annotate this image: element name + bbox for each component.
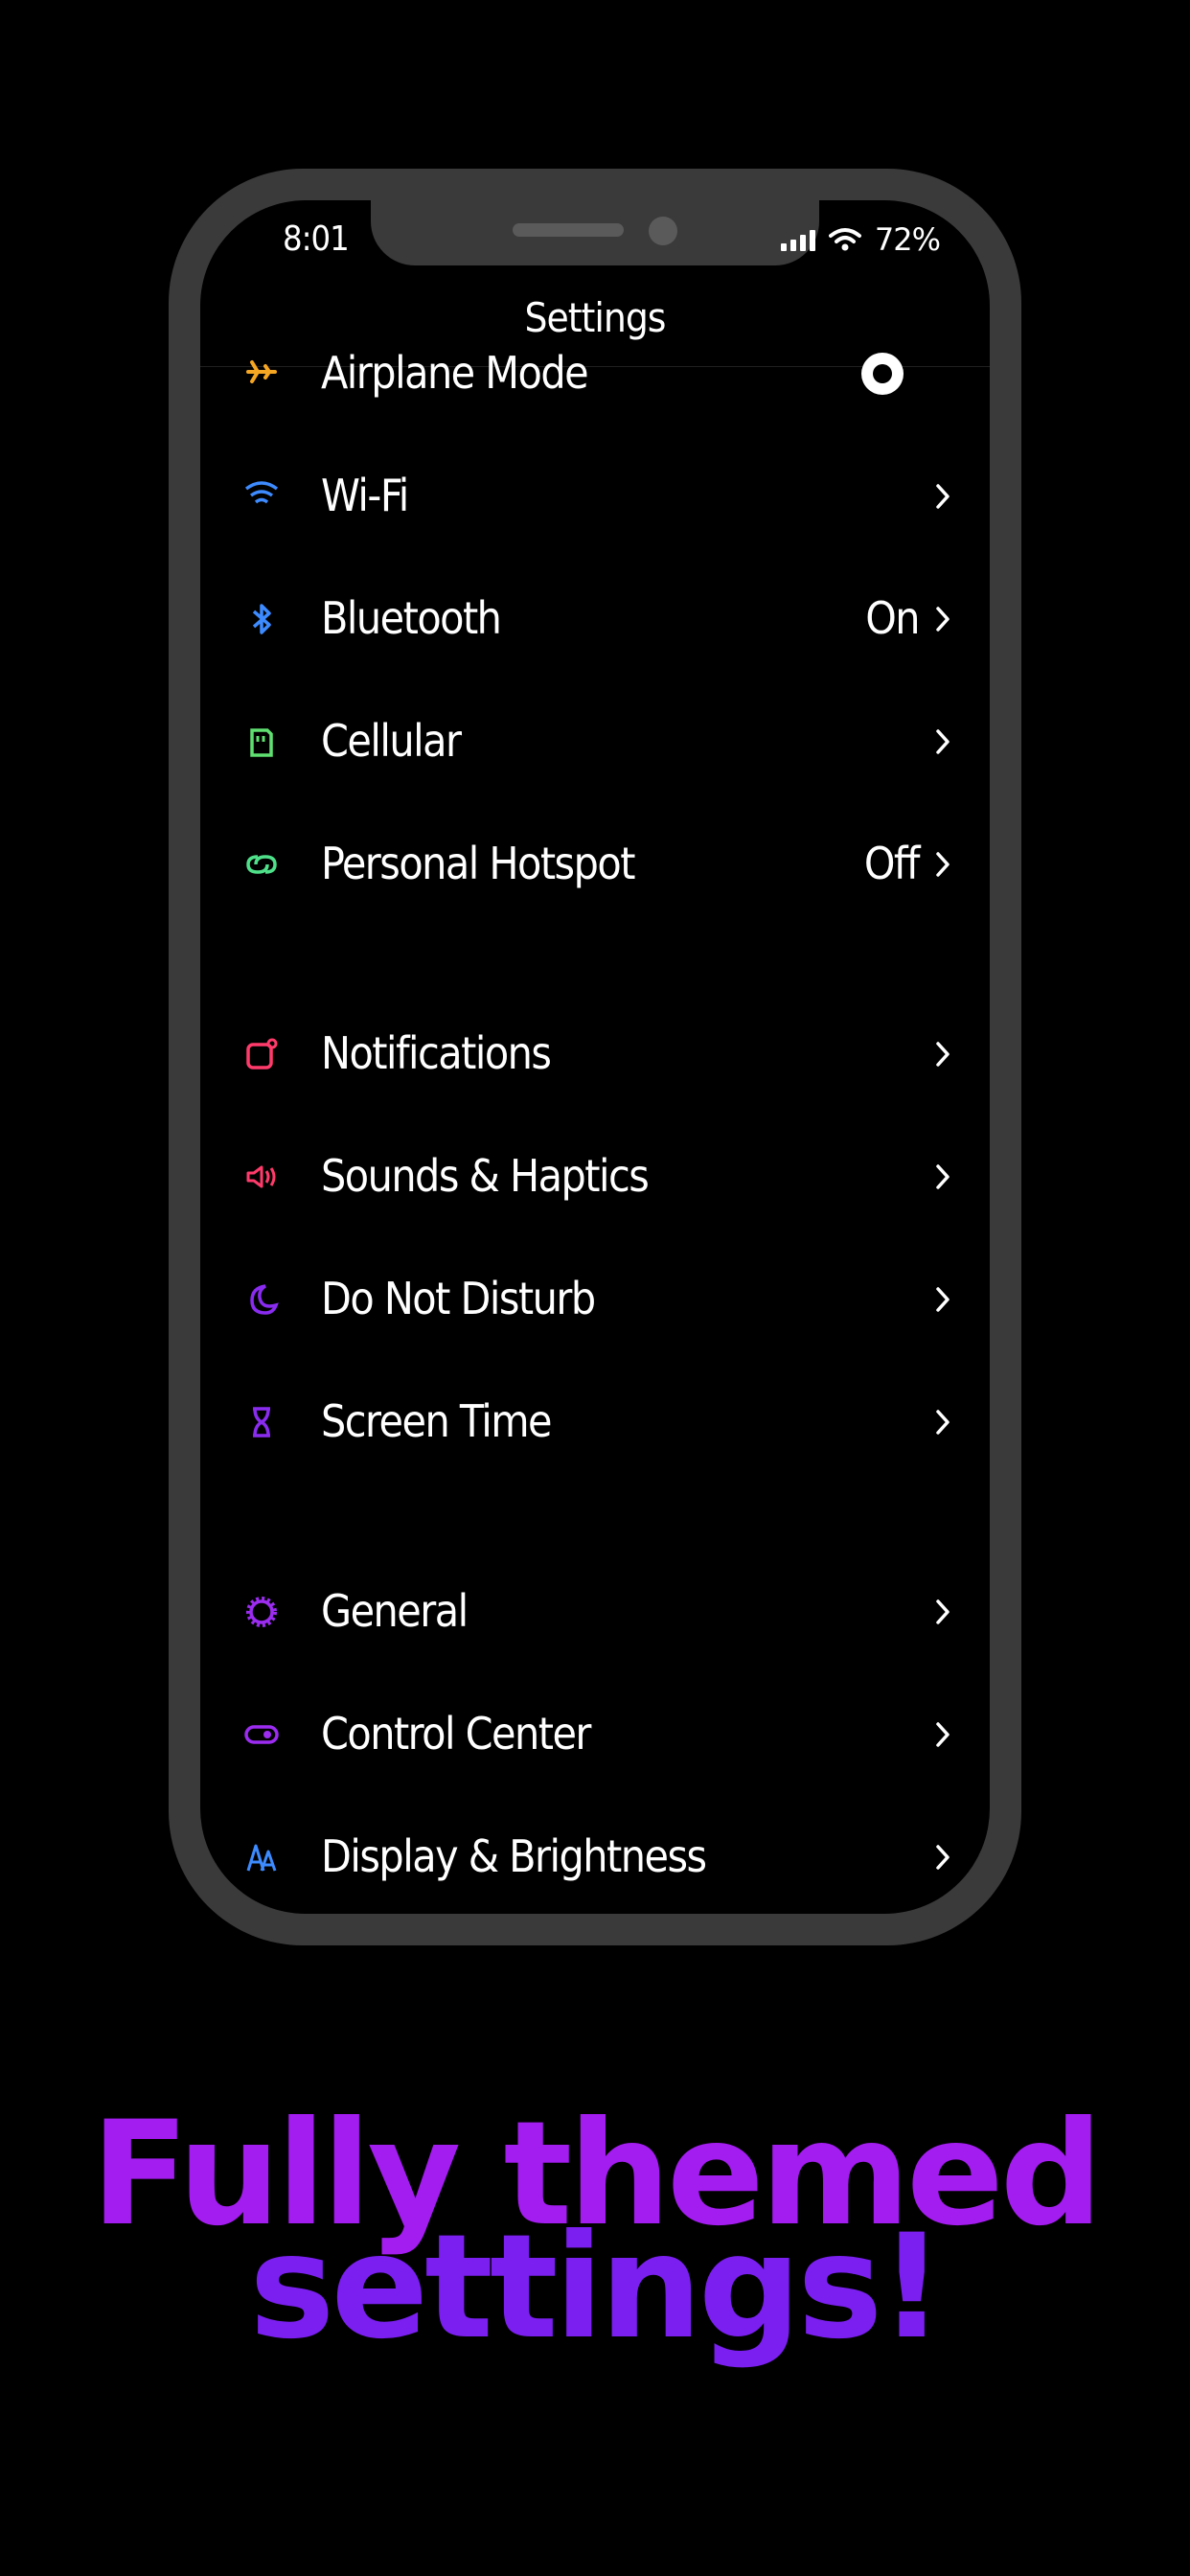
settings-row-screen-time[interactable]: Screen Time [200,1384,990,1460]
chevron-right-icon [936,1042,950,1067]
earpiece-speaker [513,223,624,237]
settings-row-wi-fi[interactable]: Wi-Fi [200,458,990,535]
status-time: 8:01 [283,219,350,259]
bluetooth-icon [252,604,271,634]
row-label: Display & Brightness [321,1830,707,1882]
wifi-icon [244,481,279,504]
wifi-status-icon [828,228,861,251]
row-label: Cellular [321,715,462,767]
chevron-right-icon [936,1599,950,1624]
front-camera [649,217,677,245]
row-label: Control Center [321,1708,591,1760]
chevron-right-icon [936,607,950,632]
settings-row-personal-hotspot[interactable]: Personal Hotspot Off [200,826,990,903]
hotspot-icon [246,855,277,874]
row-label: Wi-Fi [321,470,409,521]
chevron-right-icon [936,484,950,509]
chevron-right-icon [936,1845,950,1870]
airplane-mode-toggle[interactable] [861,353,904,395]
phone-frame: 8:01 72% Settings Airplane Mode Wi-Fi Blue… [169,169,1021,1945]
hourglass-icon [253,1407,270,1438]
promo-headline: Fully themed settings! [0,2103,1190,2359]
toggle-icon [244,1725,279,1744]
settings-row-do-not-disturb[interactable]: Do Not Disturb [200,1261,990,1338]
gear-icon [246,1597,277,1627]
row-label: Airplane Mode [321,347,589,399]
cellular-icon [250,728,273,757]
row-label: Bluetooth [321,592,502,644]
row-label: Notifications [321,1027,552,1079]
settings-row-notifications[interactable]: Notifications [200,1016,990,1092]
speaker-icon [246,1165,276,1188]
chevron-right-icon [936,1287,950,1312]
row-label: General [321,1585,469,1637]
notifications-icon [246,1038,278,1070]
airplane-icon [246,360,277,383]
chevron-right-icon [936,729,950,754]
status-indicators: 72% [780,221,941,258]
page-title: Settings [524,294,667,341]
settings-row-bluetooth[interactable]: Bluetooth On [200,581,990,657]
notch [371,200,819,265]
cellular-signal-icon [780,228,815,251]
phone-screen: 8:01 72% Settings Airplane Mode Wi-Fi Blue… [200,200,990,1914]
settings-row-general[interactable]: General [200,1574,990,1650]
battery-percentage: 72% [874,221,941,258]
row-label: Do Not Disturb [321,1273,596,1324]
settings-row-sounds-haptics[interactable]: Sounds & Haptics [200,1138,990,1215]
row-value: On [865,592,920,644]
chevron-right-icon [936,1722,950,1747]
row-label: Personal Hotspot [321,838,635,889]
settings-row-display-brightness[interactable]: Display & Brightness [200,1819,990,1896]
chevron-right-icon [936,1164,950,1189]
row-label: Sounds & Haptics [321,1150,650,1202]
row-label: Screen Time [321,1395,552,1447]
chevron-right-icon [936,1410,950,1435]
settings-row-cellular[interactable]: Cellular [200,703,990,780]
moon-icon [250,1284,279,1315]
settings-row-airplane-mode[interactable]: Airplane Mode [200,335,990,412]
row-value: Off [863,838,921,889]
display-icon [246,1844,277,1872]
chevron-right-icon [936,852,950,877]
settings-row-control-center[interactable]: Control Center [200,1696,990,1773]
